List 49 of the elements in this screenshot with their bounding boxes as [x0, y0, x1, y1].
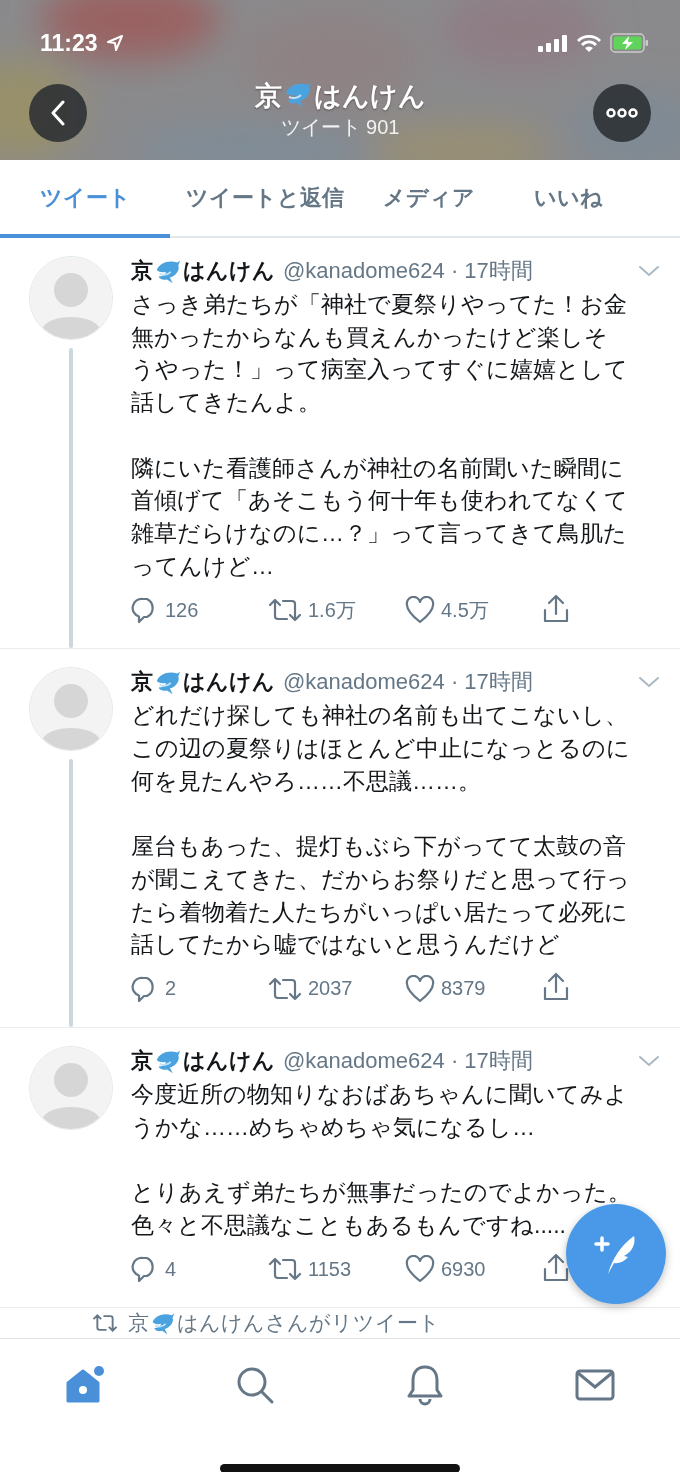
- heart-icon: [405, 596, 435, 625]
- retweet-icon: [92, 1313, 118, 1334]
- like-button[interactable]: 4.5万: [405, 596, 542, 625]
- tweet-text: どれだけ探しても神社の名前も出てこないし、この辺の夏祭りはほとんど中止になっとるのに何を見たんやろ……不思議……。: [131, 701, 631, 796]
- profile-tab[interactable]: ツイートと返信: [170, 160, 360, 238]
- tweet-text: 屋台もあった、提灯もぶら下がってて太鼓の音が聞こえてきた、だからお祭りだと思って行ったら着物着た人たちがいっぱい居たって必死に話してたから嘘ではないと思うんだけど: [131, 832, 631, 960]
- tweet-text: とりあえず弟たちが無事だったのでよかった。色々と不思議なこともあるもんですね.....: [131, 1178, 631, 1240]
- bell-icon: [406, 1364, 444, 1407]
- wifi-icon: [576, 33, 602, 53]
- reply-button[interactable]: 2: [131, 974, 268, 1003]
- status-time: 11:23: [40, 29, 98, 57]
- author-name: 京 はんけん: [131, 667, 275, 698]
- share-icon: [542, 1252, 570, 1283]
- retweet-notice: 京 はんけんさんがリツイート: [128, 1309, 440, 1338]
- reply-button[interactable]: 4: [131, 1255, 268, 1284]
- tweet-meta: @kanadome624 · 17時間: [283, 1046, 534, 1075]
- profile-name: 京 はんけん: [254, 77, 426, 113]
- tweet-meta: @kanadome624 · 17時間: [283, 668, 534, 697]
- retweet-button[interactable]: 1.6万: [268, 596, 405, 624]
- retweet-icon: [268, 1256, 302, 1283]
- tweet-text: 隣にいた看護師さんが神社の名前聞いた瞬間に首傾げて「あそこもう何十年も使われてなくて雑草だらけなのに…？」って言ってきて鳥肌たってんけど…: [131, 453, 629, 581]
- share-icon: [542, 972, 570, 1003]
- retweet-button[interactable]: 2037: [268, 975, 405, 1002]
- heart-icon: [405, 974, 435, 1003]
- share-icon: [542, 593, 570, 624]
- search-icon: [235, 1365, 275, 1406]
- reply-button[interactable]: 126: [131, 596, 268, 625]
- compose-button[interactable]: [566, 1204, 666, 1304]
- heart-icon: [405, 1255, 435, 1284]
- like-button[interactable]: 6930: [405, 1255, 542, 1284]
- author-name: 京 はんけん: [131, 1045, 275, 1076]
- retweet-icon: [268, 597, 302, 624]
- tweet-count: ツイート 901: [280, 114, 400, 140]
- tweet-meta: @kanadome624 · 17時間: [283, 257, 534, 285]
- tweet-text: さっき弟たちが「神社で夏祭りやってた！お金無かったからなんも買えんかったけど楽しそうやった！」って病室入ってすぐに嬉嬉として話してきたんよ。: [131, 290, 629, 418]
- retweet-icon: [268, 975, 302, 1002]
- profile-tab[interactable]: いいね: [498, 160, 638, 238]
- mail-icon: [575, 1369, 615, 1402]
- tweet-text: 今度近所の物知りなおばあちゃんに聞いてみようかな……めちゃめちゃ気になるし…: [131, 1079, 629, 1142]
- like-button[interactable]: 8379: [405, 974, 542, 1003]
- profile-tab[interactable]: ツイート: [0, 160, 170, 238]
- author-name: 京 はんけん: [131, 256, 275, 286]
- location-arrow-icon: [105, 34, 124, 52]
- battery-charging-icon: [610, 33, 650, 53]
- retweet-button[interactable]: 1153: [268, 1256, 405, 1283]
- more-icon: [606, 108, 638, 118]
- profile-tab[interactable]: メディア: [360, 160, 498, 238]
- signal-icon: [538, 34, 568, 52]
- back-chevron-icon: [50, 100, 66, 126]
